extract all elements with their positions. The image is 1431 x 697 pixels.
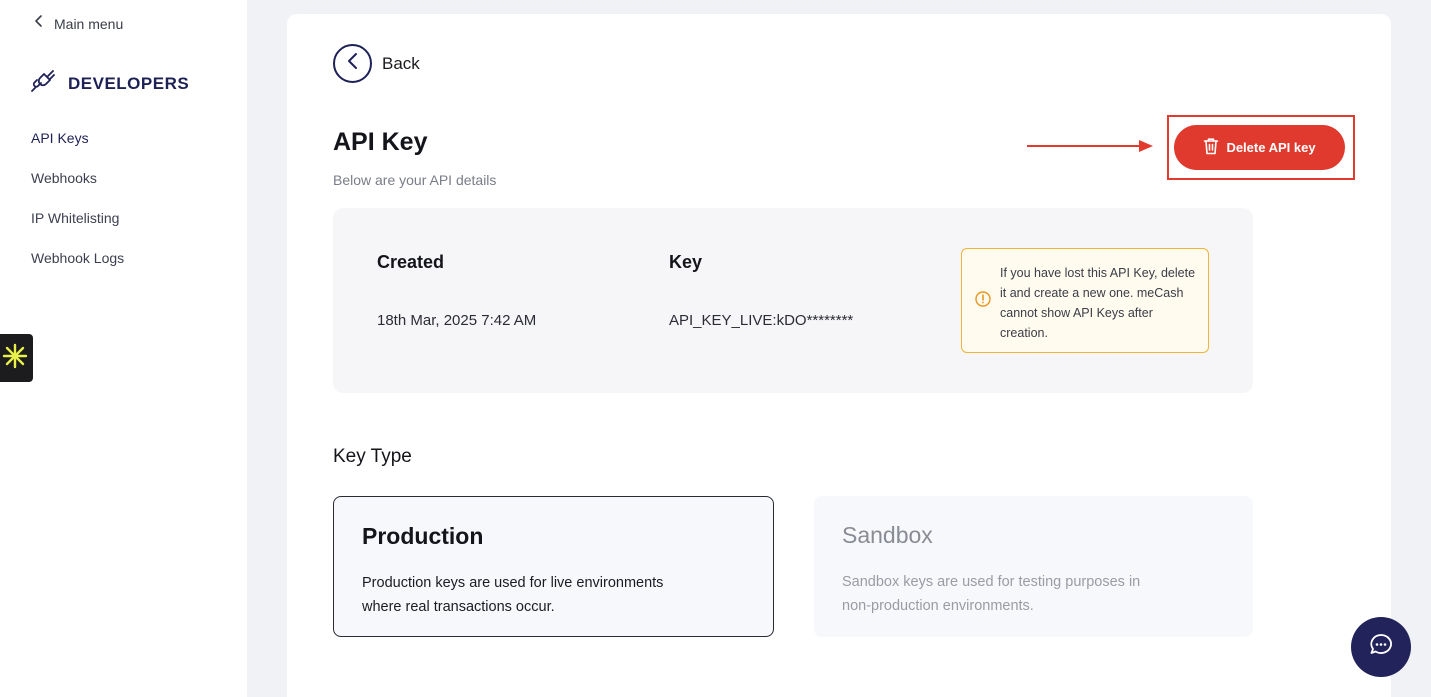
developers-section-title: DEVELOPERS xyxy=(30,68,189,99)
page-title: API Key xyxy=(333,128,428,156)
production-title: Production xyxy=(362,523,484,549)
warning-circle-icon xyxy=(975,291,991,312)
key-value: API_KEY_LIVE:kDO******** xyxy=(669,312,854,329)
sidebar: Main menu DEVELOPERS API Keys Webhooks I… xyxy=(0,0,247,697)
created-label: Created xyxy=(377,252,445,272)
lost-key-notice: If you have lost this API Key, delete it… xyxy=(961,248,1209,353)
page-subtitle: Below are your API details xyxy=(333,172,497,188)
section-title-label: DEVELOPERS xyxy=(68,73,190,93)
asterisk-icon xyxy=(1,342,29,375)
main-menu-label: Main menu xyxy=(54,15,124,32)
developers-nav: API Keys Webhooks IP Whitelisting Webhoo… xyxy=(31,128,124,288)
created-value: 18th Mar, 2025 7:42 AM xyxy=(377,312,537,329)
sandbox-description: Sandbox keys are used for testing purpos… xyxy=(842,574,1141,614)
key-label: Key xyxy=(669,252,703,272)
chevron-left-icon xyxy=(34,14,44,33)
sandbox-title: Sandbox xyxy=(842,522,933,548)
back-label: Back xyxy=(382,53,420,73)
side-widget-button[interactable] xyxy=(0,334,33,382)
plug-icon xyxy=(30,68,56,99)
delete-api-key-button[interactable]: Delete API key xyxy=(1174,125,1345,170)
back-button[interactable]: Back xyxy=(333,44,420,83)
sandbox-option[interactable]: Sandbox Sandbox keys are used for testin… xyxy=(814,496,1253,637)
chat-button[interactable] xyxy=(1351,617,1411,677)
sidebar-item-webhook-logs[interactable]: Webhook Logs xyxy=(31,248,124,288)
production-description: Production keys are used for live enviro… xyxy=(362,575,664,615)
main-menu-link[interactable]: Main menu xyxy=(34,14,123,33)
back-circle xyxy=(333,44,372,83)
arrow-right-icon xyxy=(1027,138,1157,159)
sidebar-item-ip-whitelisting[interactable]: IP Whitelisting xyxy=(31,208,124,248)
key-type-title: Key Type xyxy=(333,446,412,467)
notice-text: If you have lost this API Key, delete it… xyxy=(1000,266,1196,340)
sidebar-item-api-keys[interactable]: API Keys xyxy=(31,128,124,168)
chevron-left-icon xyxy=(346,52,360,75)
production-option[interactable]: Production Production keys are used for … xyxy=(333,496,774,637)
trash-icon xyxy=(1203,137,1219,158)
delete-label: Delete API key xyxy=(1226,140,1316,155)
sidebar-item-webhooks[interactable]: Webhooks xyxy=(31,168,124,208)
chat-icon xyxy=(1368,632,1394,663)
